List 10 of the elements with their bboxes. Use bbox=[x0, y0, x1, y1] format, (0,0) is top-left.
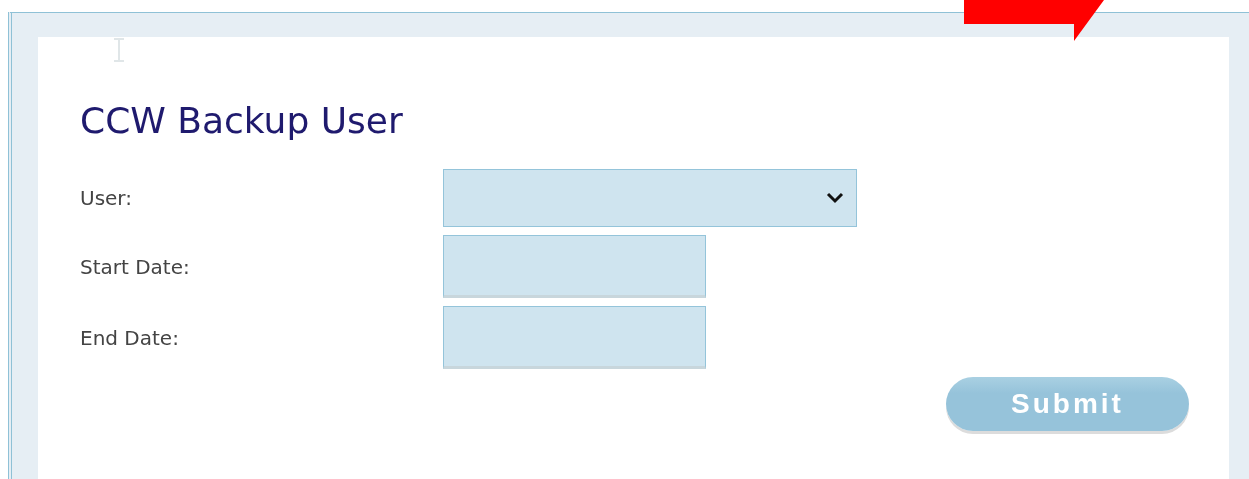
text-cursor-icon bbox=[112, 38, 126, 62]
user-select[interactable] bbox=[443, 169, 857, 227]
chevron-down-icon bbox=[826, 192, 844, 204]
date-field[interactable] bbox=[443, 235, 706, 298]
form-title: CCW Backup User bbox=[80, 99, 404, 143]
submit-button[interactable]: Submit bbox=[946, 377, 1189, 431]
date-field[interactable] bbox=[443, 306, 706, 369]
field-label: User: bbox=[80, 186, 133, 210]
field-label: Start Date: bbox=[80, 254, 191, 279]
field-label: End Date: bbox=[80, 325, 180, 350]
